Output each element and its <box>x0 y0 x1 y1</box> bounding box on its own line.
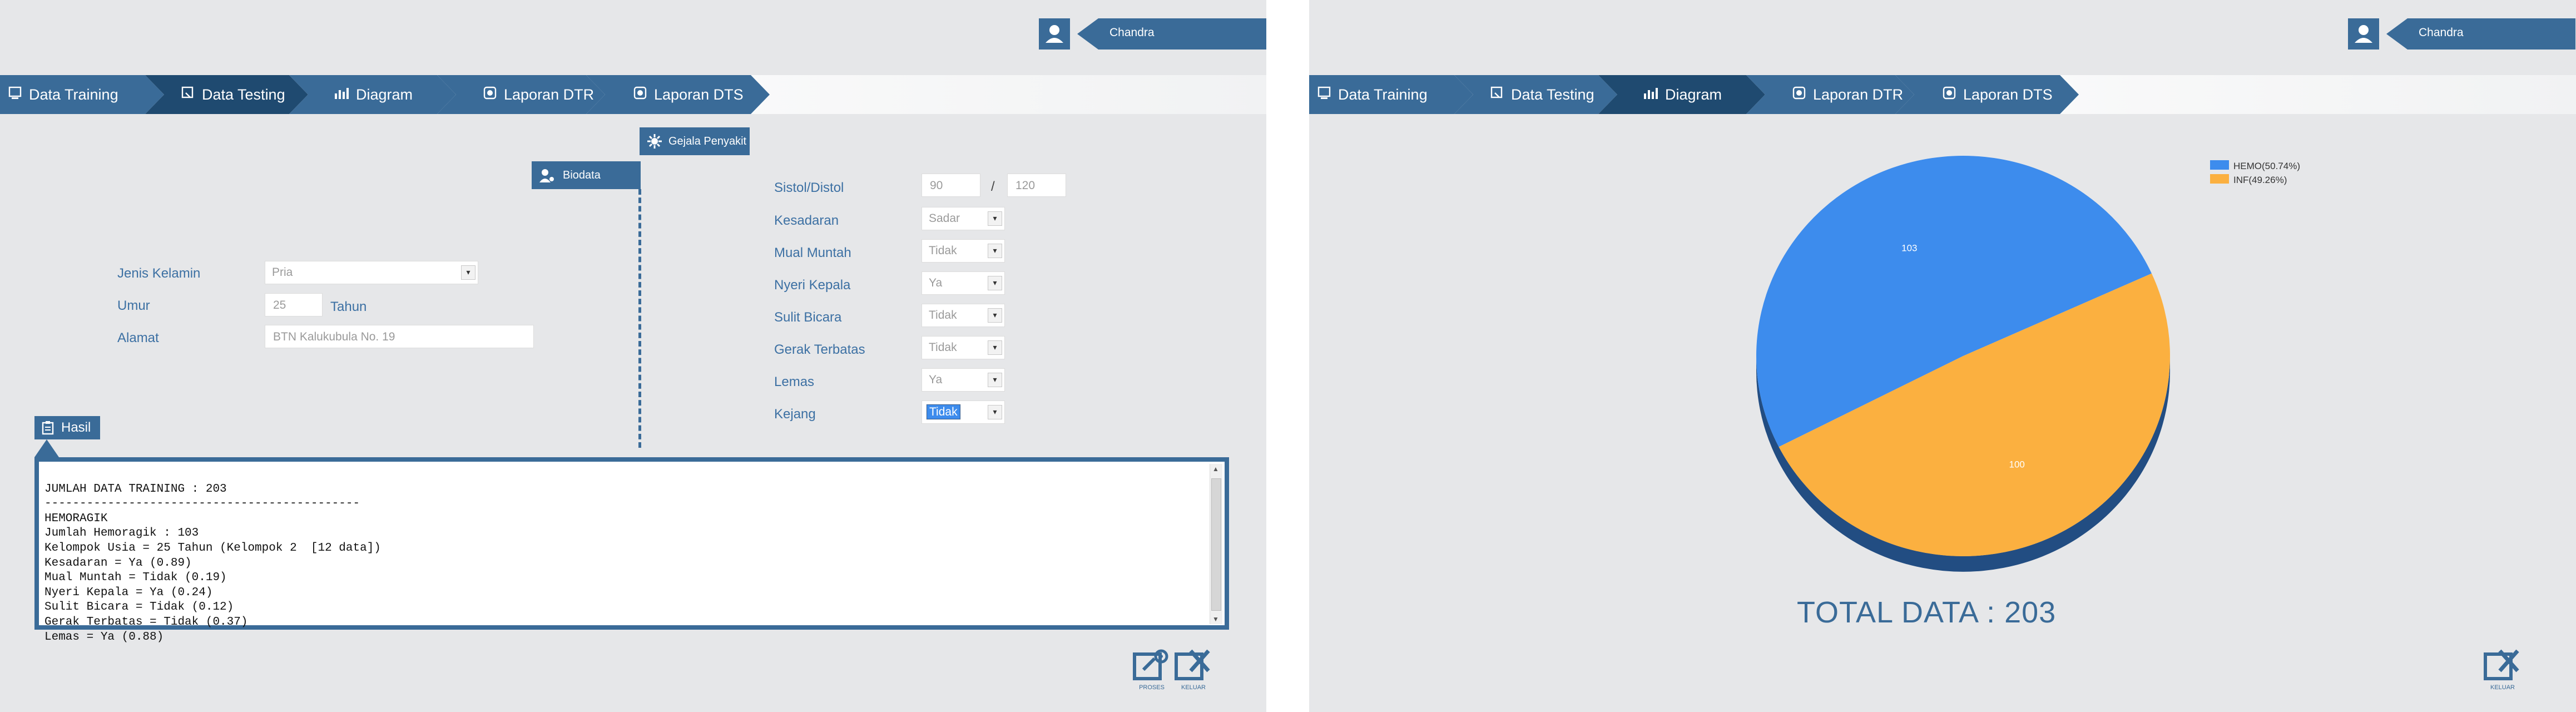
tab-gejala-penyakit[interactable]: Gejala Penyakit <box>640 127 750 155</box>
proses-button[interactable] <box>1132 649 1171 684</box>
training-icon <box>8 86 22 104</box>
lemas-label: Lemas <box>774 374 815 389</box>
report-icon <box>633 86 647 104</box>
chevron-down-icon[interactable]: ▾ <box>988 244 1002 258</box>
hasil-line: JUMLAH DATA TRAINING : 203 <box>44 482 227 496</box>
gerak-terbatas-label: Gerak Terbatas <box>774 342 865 357</box>
hasil-textarea[interactable]: JUMLAH DATA TRAINING : 203 --------------… <box>34 457 1229 644</box>
legend-swatch-hemo <box>2210 160 2229 170</box>
pie-value-label-inf: 100 <box>2009 459 2024 470</box>
gear-icon <box>646 133 663 150</box>
jenis-kelamin-select[interactable]: Pria ▾ <box>265 261 478 284</box>
chevron-down-icon[interactable]: ▾ <box>988 373 1002 387</box>
sistol-input[interactable]: 90 <box>922 174 980 197</box>
kejang-label: Kejang <box>774 407 816 422</box>
hasil-line: Nyeri Kepala = Ya (0.24) <box>44 586 213 599</box>
hasil-text: JUMLAH DATA TRAINING : 203 --------------… <box>44 467 381 674</box>
chart-legend: HEMO(50.74%) INF(49.26%) <box>2210 160 2300 185</box>
data-testing-window: Chandra Data Training Data Testing Diagr… <box>0 0 1266 712</box>
keluar-label: KELUAR <box>1181 684 1206 691</box>
nav-bar: Data Training Data Testing Diagram Lapor… <box>0 75 1266 114</box>
kejang-select[interactable]: Tidak ▾ <box>922 400 1005 424</box>
legend-swatch-inf <box>2210 174 2229 184</box>
testing-icon <box>181 86 195 104</box>
hasil-line: Mual Muntah = Tidak (0.19) <box>44 571 227 585</box>
tab-data-testing[interactable]: Data Testing <box>145 75 308 114</box>
tab-laporan-dts[interactable]: Laporan DTS <box>586 75 770 114</box>
chevron-down-icon[interactable]: ▾ <box>988 276 1002 290</box>
proses-label: PROSES <box>1139 684 1165 691</box>
hasil-line: Gerak Terbatas = Tidak (0.37) <box>44 615 248 629</box>
user-badge[interactable]: Chandra <box>1077 18 1266 50</box>
mual-muntah-select[interactable]: Tidak ▾ <box>922 239 1005 263</box>
tab-biodata[interactable]: Biodata <box>532 161 641 189</box>
scroll-up-icon[interactable]: ▲ <box>1212 465 1219 473</box>
pie-value-label-hemo: 103 <box>1901 243 1917 253</box>
hasil-line: Sulit Bicara = Tidak (0.12) <box>44 601 234 614</box>
umur-input[interactable]: 25 <box>265 293 323 317</box>
chevron-down-icon[interactable]: ▾ <box>461 265 475 280</box>
process-icon <box>1133 649 1168 680</box>
hasil-line: Jumlah Hemoragik : 103 <box>44 527 199 540</box>
tab-laporan-dtr[interactable]: Laporan DTR <box>437 75 605 114</box>
hasil-line: Lemas = Ya (0.88) <box>44 630 164 644</box>
divider <box>638 189 641 448</box>
chevron-down-icon[interactable]: ▾ <box>988 340 1002 355</box>
diagram-window: Chandra Data Training Data Testing Diagr… <box>1309 0 2576 712</box>
keluar-label: KELUAR <box>2490 684 2515 691</box>
legend-label-inf: INF(49.26%) <box>2233 175 2287 185</box>
chevron-down-icon[interactable]: ▾ <box>988 211 1002 226</box>
hasil-pointer <box>34 439 59 457</box>
alamat-label: Alamat <box>117 330 159 345</box>
kesadaran-select[interactable]: Sadar ▾ <box>922 207 1005 230</box>
legend-label-hemo: HEMO(50.74%) <box>2233 161 2300 171</box>
keluar-button[interactable] <box>1174 649 1213 684</box>
mual-muntah-label: Mual Muntah <box>774 245 851 260</box>
jenis-kelamin-label: Jenis Kelamin <box>117 266 201 281</box>
chevron-down-icon[interactable]: ▾ <box>988 308 1002 323</box>
keluar-button[interactable] <box>2483 649 2522 684</box>
tab-hasil[interactable]: Hasil <box>34 416 100 439</box>
sistol-separator: / <box>991 179 995 194</box>
chart-icon <box>334 86 349 104</box>
hasil-line: ----------------------------------------… <box>44 497 360 511</box>
sulit-bicara-select[interactable]: Tidak ▾ <box>922 304 1005 327</box>
user-avatar-icon <box>1039 18 1070 50</box>
hasil-line: Kesadaran = Ya (0.89) <box>44 556 192 570</box>
person-icon <box>538 167 555 184</box>
clipboard-icon <box>41 421 55 435</box>
lemas-select[interactable]: Ya ▾ <box>922 368 1005 392</box>
kesadaran-label: Kesadaran <box>774 213 839 228</box>
tab-data-training[interactable]: Data Training <box>0 75 164 114</box>
hasil-scrollbar[interactable]: ▲ ▼ <box>1210 464 1222 624</box>
distol-input[interactable]: 120 <box>1007 174 1066 197</box>
nyeri-kepala-select[interactable]: Ya ▾ <box>922 271 1005 295</box>
total-data-label: TOTAL DATA : 203 <box>1797 596 2057 629</box>
exit-icon <box>1175 649 1210 680</box>
sistol-distol-label: Sistol/Distol <box>774 180 844 195</box>
nyeri-kepala-label: Nyeri Kepala <box>774 278 851 293</box>
umur-unit: Tahun <box>330 299 367 314</box>
chevron-down-icon[interactable]: ▾ <box>988 405 1002 419</box>
tab-diagram[interactable]: Diagram <box>289 75 456 114</box>
sulit-bicara-label: Sulit Bicara <box>774 310 842 325</box>
hasil-line: Kelompok Usia = 25 Tahun (Kelompok 2 [12… <box>44 541 381 555</box>
scroll-down-icon[interactable]: ▼ <box>1212 615 1219 623</box>
hasil-line: HEMORAGIK <box>44 512 108 525</box>
pie-slices: 103 100 <box>1756 155 2170 572</box>
alamat-input[interactable]: BTN Kalukubula No. 19 <box>265 325 534 348</box>
scroll-thumb[interactable] <box>1211 478 1221 611</box>
report-icon <box>483 86 497 104</box>
gerak-terbatas-select[interactable]: Tidak ▾ <box>922 336 1005 359</box>
user-name: Chandra <box>1109 26 1155 39</box>
umur-label: Umur <box>117 298 150 313</box>
exit-icon <box>2484 649 2519 680</box>
